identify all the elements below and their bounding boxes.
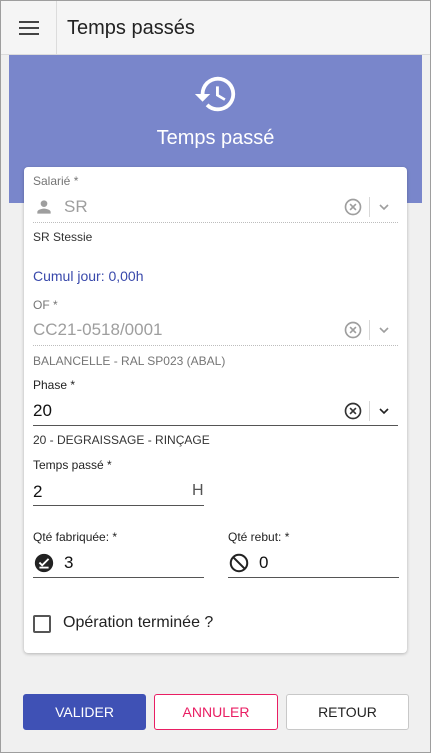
phase-underline — [33, 425, 398, 426]
page-title: Temps passés — [67, 17, 195, 39]
salarie-clear-icon[interactable] — [343, 197, 363, 217]
cumul-jour: Cumul jour: 0,00h — [33, 268, 144, 284]
person-icon — [37, 200, 51, 214]
history-icon — [194, 76, 236, 112]
of-hint: BALANCELLE - RAL SP023 (ABAL) — [33, 354, 226, 368]
qte-rebut-underline — [228, 577, 399, 578]
salarie-separator — [369, 197, 370, 217]
of-field[interactable]: CC21-0518/0001 — [33, 320, 162, 340]
phase-chevron-down-icon[interactable] — [376, 403, 392, 419]
qte-rebut-label: Qté rebut: * — [228, 530, 290, 544]
of-label: OF * — [33, 298, 58, 312]
salarie-chevron-down-icon[interactable] — [376, 199, 392, 215]
block-icon — [229, 553, 249, 573]
qte-fab-label: Qté fabriquée: * — [33, 530, 118, 544]
phase-hint: 20 - DEGRAISSAGE - RINÇAGE — [33, 433, 210, 447]
salarie-hint: SR Stessie — [33, 230, 93, 244]
temps-underline — [33, 505, 204, 506]
qte-fab-field[interactable]: 3 — [64, 553, 73, 573]
hamburger-icon — [18, 21, 39, 35]
annuler-button[interactable]: ANNULER — [154, 694, 278, 730]
salarie-label: Salarié * — [33, 174, 79, 188]
temps-suffix: H — [192, 482, 204, 499]
phase-separator — [369, 401, 370, 421]
of-clear-icon[interactable] — [343, 320, 363, 340]
salarie-underline — [33, 222, 398, 223]
retour-button[interactable]: RETOUR — [286, 694, 409, 730]
check-circle-icon — [34, 553, 54, 573]
phase-label: Phase * — [33, 378, 76, 392]
top-bar: Temps passés — [1, 1, 430, 55]
qte-fab-underline — [33, 577, 204, 578]
operation-terminee-label[interactable]: Opération terminée ? — [63, 614, 213, 632]
valider-button[interactable]: VALIDER — [23, 694, 146, 730]
of-chevron-down-icon[interactable] — [376, 322, 392, 338]
phase-clear-icon[interactable] — [343, 401, 363, 421]
temps-label: Temps passé * — [33, 458, 112, 472]
app-frame: Temps passés Temps passé Salarié * SR SR… — [0, 0, 431, 753]
phase-field[interactable]: 20 — [33, 401, 52, 421]
form-card: Salarié * SR SR Stessie Cumul jour: 0,00… — [24, 167, 407, 653]
qte-rebut-field[interactable]: 0 — [259, 553, 268, 573]
operation-terminee-checkbox[interactable] — [33, 615, 51, 633]
salarie-field[interactable]: SR — [64, 197, 88, 217]
menu-button[interactable] — [1, 1, 57, 55]
temps-field[interactable]: 2 — [33, 482, 42, 502]
of-underline — [33, 345, 398, 346]
hero-title: Temps passé — [156, 127, 275, 149]
of-separator — [369, 320, 370, 340]
